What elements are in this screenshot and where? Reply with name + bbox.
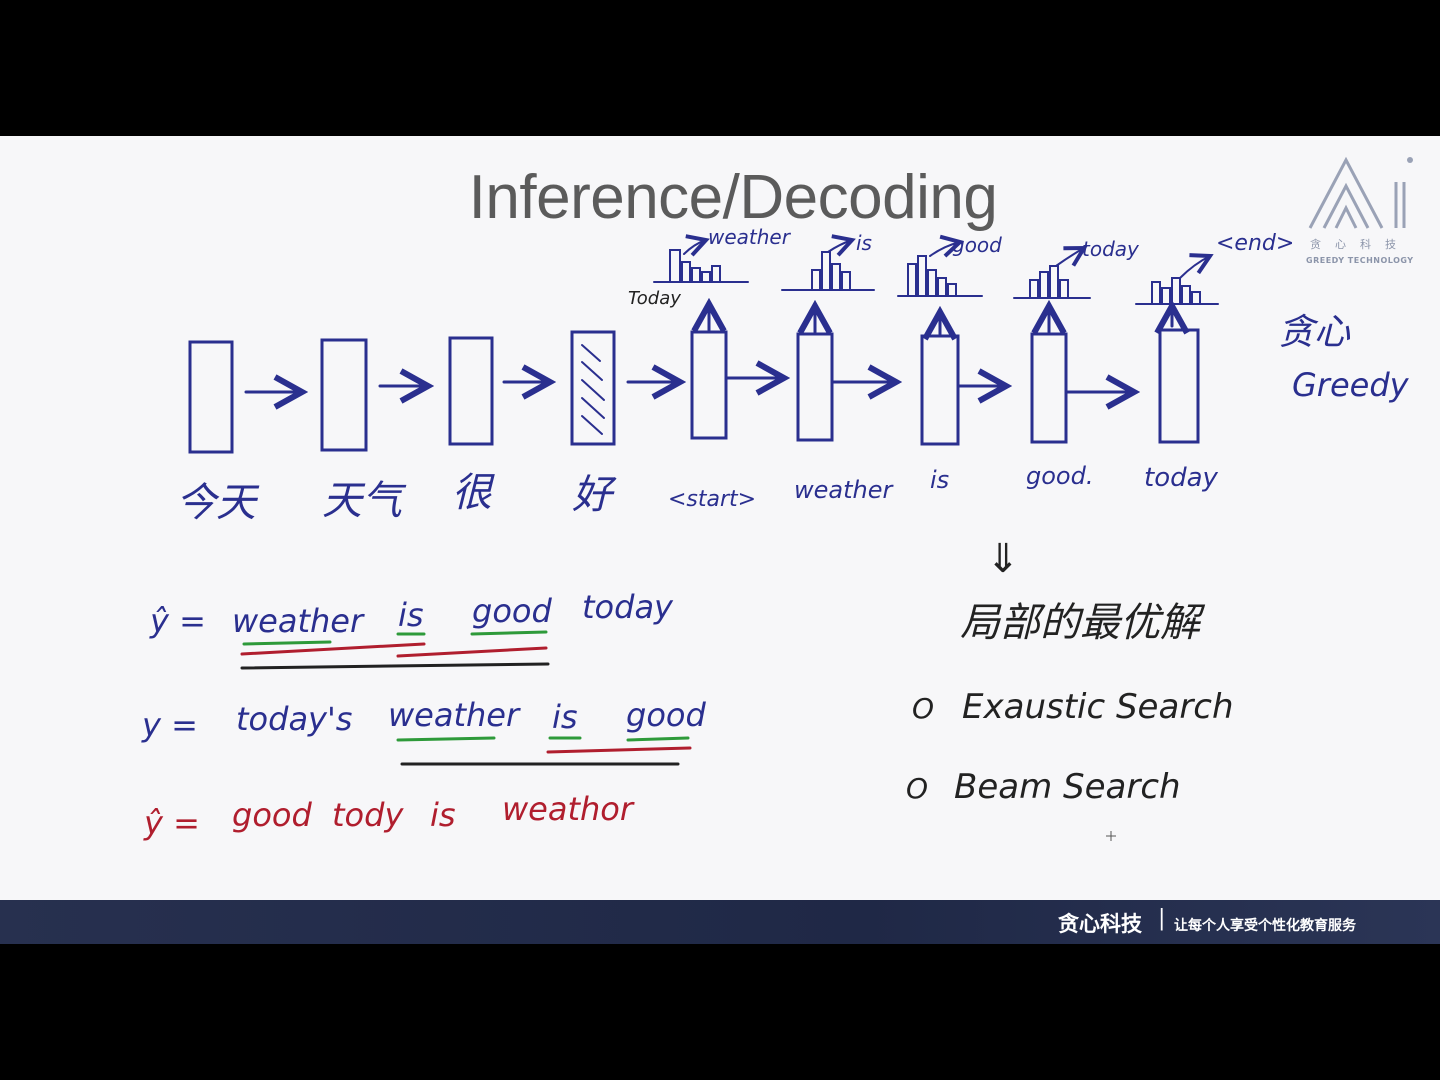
footer-company: 贪心科技 xyxy=(1058,911,1142,936)
decoder-output-token: today xyxy=(1082,237,1140,261)
bullet-item: Beam Search xyxy=(954,767,1181,807)
softmax-distribution xyxy=(1135,256,1219,305)
context-hatching xyxy=(581,344,605,435)
equation-word: good xyxy=(472,592,552,630)
decoder-cell xyxy=(1030,332,1068,444)
equation-word: weather xyxy=(232,602,365,640)
equation-word: is xyxy=(552,698,578,736)
bullet-marker: O xyxy=(912,692,934,725)
encoder-token: 今天 xyxy=(176,480,260,526)
decoder-input-token: good. xyxy=(1026,462,1093,490)
decoder-cell xyxy=(1158,328,1200,444)
decoder-output-token: <end> xyxy=(1216,231,1294,256)
encoder-cell xyxy=(188,340,234,454)
encoder-token: 很 xyxy=(452,470,495,516)
local-optimum-label: 局部的最优解 xyxy=(960,600,1206,646)
decoder-cell xyxy=(796,332,834,442)
encoder-token: 天气 xyxy=(322,478,407,524)
equation-word: weathor xyxy=(502,790,635,828)
footer-separator: | xyxy=(1158,906,1166,931)
equation-word: is xyxy=(398,596,424,634)
equation-word: good xyxy=(626,696,706,734)
equation-word: weather xyxy=(388,696,521,734)
encoder-cell xyxy=(320,338,368,452)
equation-lhs: ŷ = xyxy=(149,602,206,640)
softmax-distribution xyxy=(1013,248,1091,299)
bullet-item: Exaustic Search xyxy=(962,687,1234,727)
decoder-input-token: <start> xyxy=(668,487,756,512)
encoder-token: 好 xyxy=(572,472,617,518)
equation-word: tody xyxy=(332,796,404,834)
equation-word: good xyxy=(232,796,312,834)
decoder-input-token: weather xyxy=(794,476,894,504)
decoder-output-token: weather xyxy=(708,225,792,249)
decoder-output-token: is xyxy=(856,231,872,255)
pen-cursor-icon xyxy=(1106,831,1116,841)
greedy-english: Greedy xyxy=(1292,366,1410,404)
decoder-cell xyxy=(690,330,728,440)
decoder-output-token: good xyxy=(952,233,1002,257)
equation-lhs: ŷ = xyxy=(143,804,200,842)
equation-word: today xyxy=(582,588,674,626)
equation-lhs: y = xyxy=(141,706,198,744)
bullet-marker: O xyxy=(906,772,928,805)
footer-slogan: 让每个人享受个性化教育服务 xyxy=(1174,918,1356,934)
encoder-cell xyxy=(448,336,494,446)
alternative-token-label: Today xyxy=(628,288,681,309)
decoder-input-token: is xyxy=(930,466,949,494)
decoder-input-token: today xyxy=(1144,463,1219,493)
equation-word: is xyxy=(430,796,456,834)
greedy-chinese: 贪心 xyxy=(1278,312,1351,353)
down-arrow: ⇓ xyxy=(986,536,1020,582)
equation-word: today's xyxy=(236,700,352,738)
decoder-cell xyxy=(920,334,960,446)
